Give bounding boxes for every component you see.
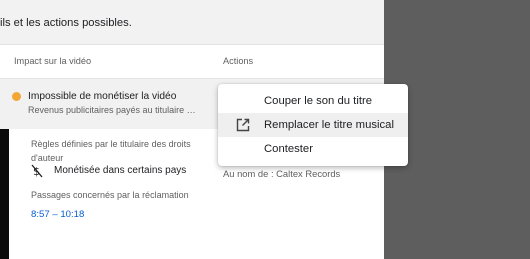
actions-menu: Couper le son du titre Remplacer le titr… <box>218 84 408 166</box>
column-header-actions: Actions <box>223 56 254 66</box>
info-banner-text: ils et les actions possibles. <box>0 17 132 29</box>
status-dot-icon <box>12 92 21 101</box>
claim-owner: Au nom de : Caltex Records <box>223 168 341 179</box>
menu-item-label: Contester <box>264 143 313 155</box>
impact-title: Impossible de monétiser la vidéo <box>28 91 177 102</box>
impact-subtitle: Revenus publicitaires payés au titulaire… <box>28 105 198 115</box>
menu-item-mute-song[interactable]: Couper le son du titre <box>218 89 408 113</box>
monetization-status: Monétisée dans certains pays <box>54 165 187 176</box>
info-banner: ils et les actions possibles. <box>0 0 384 44</box>
divider <box>0 44 384 45</box>
column-header-impact: Impact sur la vidéo <box>14 56 92 66</box>
menu-item-label: Couper le son du titre <box>264 95 373 107</box>
open-in-new-icon <box>236 118 250 132</box>
no-money-icon: $ <box>31 164 43 178</box>
menu-item-dispute[interactable]: Contester <box>218 137 408 161</box>
panel-edge-shadow <box>0 129 9 259</box>
rules-label: Règles définies par le titulaire des dro… <box>31 139 191 163</box>
passage-timestamp-link[interactable]: 8:57 – 10:18 <box>31 209 84 220</box>
menu-item-replace-song[interactable]: Remplacer le titre musical <box>218 113 408 137</box>
menu-item-label: Remplacer le titre musical <box>264 119 394 131</box>
passages-label: Passages concernés par la réclamation <box>31 190 189 200</box>
